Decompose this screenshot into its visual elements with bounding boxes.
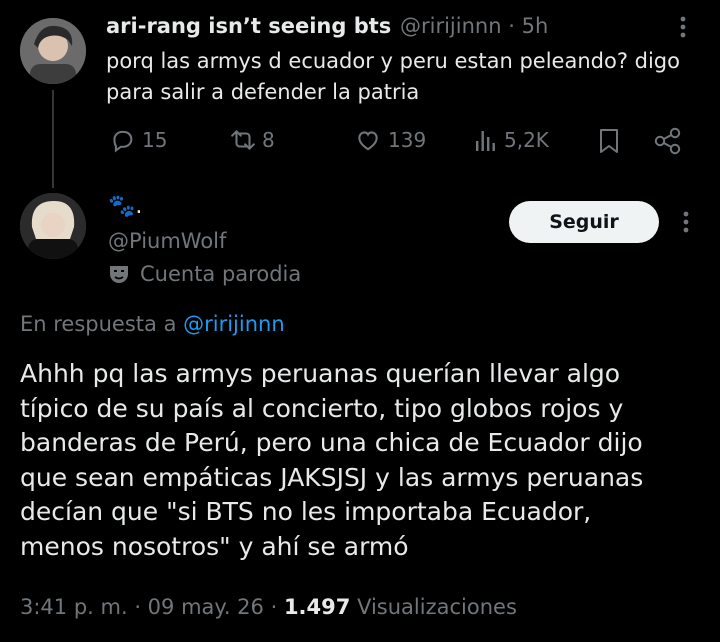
separator: · <box>508 14 515 38</box>
reply-to-link[interactable]: @ririjinnn <box>183 312 285 336</box>
display-name[interactable]: 🐾. <box>108 194 142 219</box>
share-icon[interactable] <box>653 127 683 159</box>
display-name[interactable]: ari-rang isn’t seeing bts <box>106 14 391 38</box>
tweet-text-line: que sean empáticas JAKSJSJ y las armys p… <box>20 462 644 492</box>
view-count: 1.497 <box>283 595 351 619</box>
tweet-text: porq las armys d ecuador y peru estan pe… <box>106 46 680 108</box>
more-options-icon[interactable] <box>683 211 689 237</box>
like-icon <box>358 131 378 151</box>
repost-icon <box>231 130 255 150</box>
parody-mask-icon <box>110 266 128 283</box>
tweet-text-line: para salir a defender la patria <box>106 80 420 104</box>
handle[interactable]: @ririjinnn <box>400 14 502 38</box>
tweet-text-line: Ahhh pq las armys peruanas querían lleva… <box>20 359 621 388</box>
like-count: 139 <box>388 128 427 152</box>
view-label: Visualizaciones <box>357 595 517 619</box>
tweet-text-line: porq las armys d ecuador y peru estan pe… <box>106 49 680 73</box>
reply-prefix: En respuesta a <box>20 312 177 336</box>
tweet-text-line: menos nosotros" y ahí se armó <box>20 531 409 561</box>
avatar[interactable] <box>20 193 86 259</box>
timestamp[interactable]: 5h <box>522 14 549 38</box>
parody-label: Cuenta parodia <box>108 262 301 286</box>
repost-count: 8 <box>262 128 275 152</box>
handle[interactable]: @PiumWolf <box>108 229 226 253</box>
tweet-text-line: banderas de Perú, pero una chica de Ecua… <box>20 428 643 457</box>
reply-icon <box>113 130 133 153</box>
bookmark-icon[interactable] <box>597 127 621 159</box>
like-button[interactable]: 139 <box>354 127 426 153</box>
parody-label-text: Cuenta parodia <box>140 262 302 286</box>
post-timestamp[interactable]: 3:41 p. m. · 09 may. 26 · <box>20 595 277 619</box>
views-button[interactable]: 5,2K <box>474 127 549 153</box>
views-count: 5,2K <box>504 128 549 152</box>
tweet-text-line: decían que "si BTS no les importaba Ecua… <box>20 497 592 526</box>
tweet-text-line: típico de su país al concierto, tipo glo… <box>20 393 624 423</box>
thread-connector-line <box>52 90 54 188</box>
tweet-header: ari-rang isn’t seeing bts @ririjinnn · 5… <box>106 14 548 38</box>
tweet-body: Ahhh pq las armys peruanas querían lleva… <box>20 357 643 564</box>
reply-context: En respuesta a @ririjinnn <box>20 312 285 336</box>
avatar[interactable] <box>20 18 86 84</box>
reply-count: 15 <box>142 128 168 152</box>
more-options-icon[interactable] <box>680 16 692 38</box>
follow-button[interactable]: Seguir <box>509 201 659 243</box>
tweet-meta: 3:41 p. m. · 09 may. 26 · 1.497 Visualiz… <box>20 595 517 619</box>
views-icon <box>476 131 495 151</box>
repost-button[interactable]: 8 <box>228 127 275 153</box>
reply-button[interactable]: 15 <box>108 127 167 153</box>
